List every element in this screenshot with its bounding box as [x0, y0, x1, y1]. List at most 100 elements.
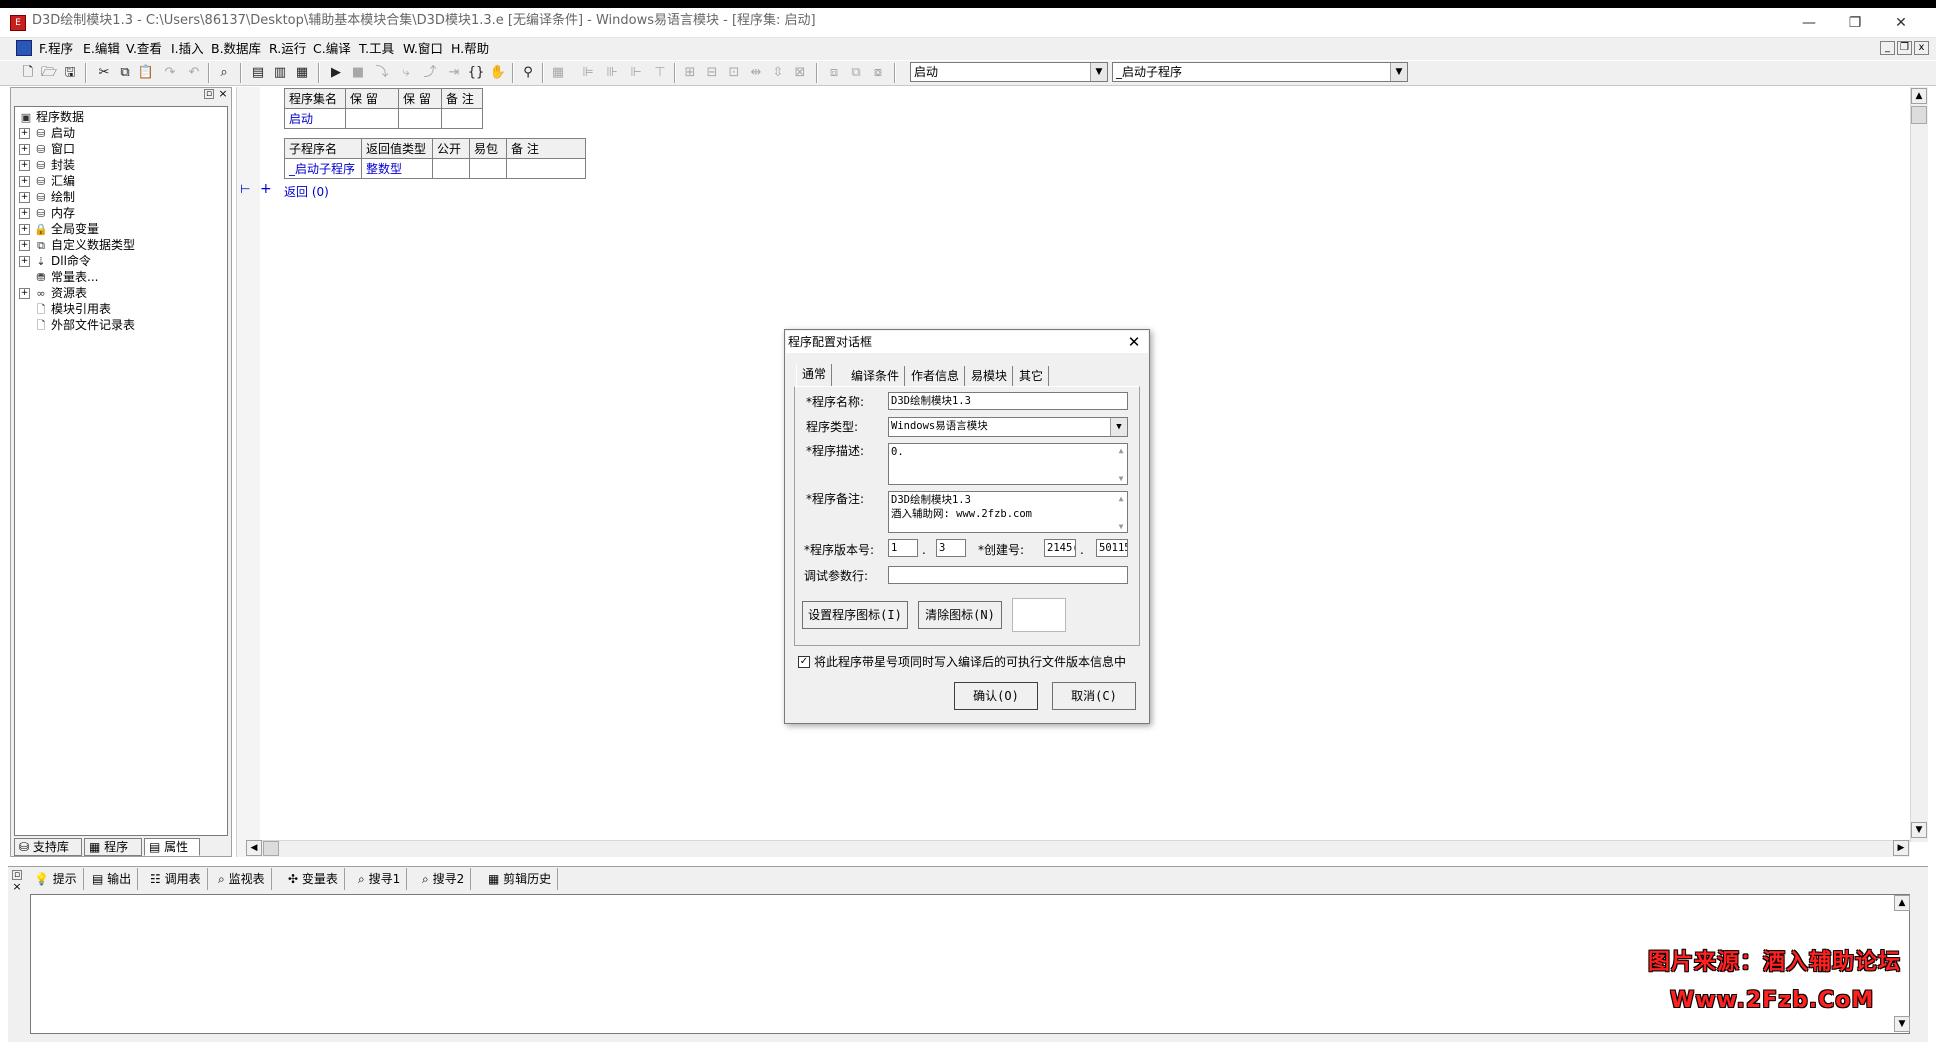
- code-line[interactable]: 返回 (0): [284, 183, 329, 200]
- tree-item[interactable]: + ⇣ Dll命令: [19, 253, 135, 269]
- stop-icon[interactable]: ■: [348, 63, 368, 83]
- cut-icon[interactable]: ✂: [94, 63, 114, 83]
- tab-variables[interactable]: ✣ 变量表: [288, 868, 345, 890]
- textarea-scroll-icon[interactable]: ▲ ▼: [1115, 492, 1127, 532]
- expand-icon[interactable]: +: [19, 144, 30, 155]
- tab-author-info[interactable]: 作者信息: [906, 366, 966, 386]
- tab-search2[interactable]: ⌕ 搜寻2: [422, 868, 472, 890]
- dialog-close-icon[interactable]: ✕: [1124, 333, 1144, 351]
- minimize-button[interactable]: —: [1786, 8, 1832, 38]
- table-cell[interactable]: 启动: [284, 108, 346, 129]
- layout2-icon[interactable]: ▥: [270, 63, 290, 83]
- braces-icon[interactable]: {}: [466, 63, 486, 83]
- menu-insert[interactable]: I.插入: [168, 40, 207, 58]
- menu-compile[interactable]: C.编译: [310, 40, 354, 58]
- tab-program[interactable]: ▦ 程序: [84, 838, 142, 856]
- tab-compile-conditions[interactable]: 编译条件: [846, 366, 906, 386]
- tab-properties[interactable]: ▤ 属性: [144, 838, 200, 856]
- tree-item[interactable]: + ⛁ 封装: [19, 157, 135, 173]
- align-left-icon[interactable]: ⊫: [578, 63, 598, 83]
- same-size-icon[interactable]: ⊡: [724, 63, 744, 83]
- send-back-icon[interactable]: ⧇: [868, 63, 888, 83]
- expand-icon[interactable]: +: [19, 288, 30, 299]
- table-cell[interactable]: [506, 158, 586, 179]
- h-space-icon[interactable]: ⇹: [746, 63, 766, 83]
- menu-window[interactable]: W.窗口: [400, 40, 446, 58]
- document-icon[interactable]: [16, 40, 32, 56]
- align-right-icon[interactable]: ⊩: [626, 63, 646, 83]
- scroll-up-icon[interactable]: ▲: [1911, 88, 1927, 104]
- menu-view[interactable]: V.查看: [123, 40, 165, 58]
- program-name-input[interactable]: D3D绘制模块1.3: [888, 392, 1128, 410]
- ok-button[interactable]: 确认(O): [954, 682, 1038, 710]
- expand-icon[interactable]: +: [19, 176, 30, 187]
- table-cell[interactable]: [432, 158, 470, 179]
- tab-other[interactable]: 其它: [1014, 366, 1050, 386]
- version-minor-input[interactable]: 3: [936, 539, 966, 557]
- tab-search1[interactable]: ⌕ 搜寻1: [358, 868, 408, 890]
- tab-easy-module[interactable]: 易模块: [966, 366, 1014, 386]
- expand-icon[interactable]: +: [19, 224, 30, 235]
- tree-item[interactable]: + ⛁ 启动: [19, 125, 135, 141]
- tree-item[interactable]: + ⛁ 绘制: [19, 189, 135, 205]
- table-cell[interactable]: [345, 108, 399, 129]
- mdi-minimize-button[interactable]: _: [1880, 41, 1895, 55]
- bring-front-icon[interactable]: ⧉: [846, 63, 866, 83]
- copy-icon[interactable]: ⧉: [115, 63, 135, 83]
- close-button[interactable]: ✕: [1878, 8, 1924, 38]
- scroll-down-icon[interactable]: ▼: [1894, 1016, 1910, 1032]
- align-grid-icon[interactable]: ▦: [548, 63, 568, 83]
- open-folder-icon[interactable]: 🗁: [39, 63, 59, 83]
- same-height-icon[interactable]: ⊟: [702, 63, 722, 83]
- center-h-icon[interactable]: ⊠: [790, 63, 810, 83]
- table-cell[interactable]: [441, 108, 483, 129]
- same-width-icon[interactable]: ⊞: [680, 63, 700, 83]
- tab-support-library[interactable]: ⛁ 支持库: [14, 838, 82, 856]
- debug-args-input[interactable]: [888, 566, 1128, 584]
- tree-item[interactable]: 🗋 模块引用表: [19, 301, 135, 317]
- step-out-icon[interactable]: ⤴: [420, 63, 440, 83]
- v-space-icon[interactable]: ⇳: [768, 63, 788, 83]
- program-desc-textarea[interactable]: 0. ▲ ▼: [888, 443, 1128, 485]
- expand-icon[interactable]: +: [19, 208, 30, 219]
- new-file-icon[interactable]: 🗋: [18, 63, 38, 83]
- run-icon[interactable]: ▶: [326, 63, 346, 83]
- menu-run[interactable]: R.运行: [266, 40, 309, 58]
- align-center-icon[interactable]: ⊪: [602, 63, 622, 83]
- expand-icon[interactable]: +: [19, 192, 30, 203]
- tab-general[interactable]: 通常: [796, 364, 833, 386]
- step-icon[interactable]: ⤵: [372, 63, 392, 83]
- table-cell[interactable]: [469, 158, 507, 179]
- run-to-cursor-icon[interactable]: ⇥: [444, 63, 464, 83]
- panel-close-icon[interactable]: ×: [217, 88, 229, 100]
- chevron-down-icon[interactable]: ▼: [1090, 63, 1107, 81]
- chevron-down-icon[interactable]: ▼: [1110, 418, 1127, 436]
- expand-plus-icon[interactable]: +: [260, 181, 272, 197]
- output-area[interactable]: [30, 894, 1910, 1034]
- tree-item[interactable]: 🗋 外部文件记录表: [19, 317, 135, 333]
- menu-edit[interactable]: E.编辑: [80, 40, 123, 58]
- tree-item[interactable]: ⛃ 常量表...: [19, 269, 135, 285]
- hand-icon[interactable]: ✋: [488, 63, 508, 83]
- tree-item[interactable]: + 🔒 全局变量: [19, 221, 135, 237]
- assembly-select[interactable]: 启动 ▼: [910, 62, 1108, 82]
- tab-watch[interactable]: ⌕ 监视表: [218, 868, 272, 890]
- subroutine-select[interactable]: _启动子程序 ▼: [1112, 62, 1408, 82]
- redo-icon[interactable]: ↷: [160, 63, 180, 83]
- tab-output[interactable]: ▤ 输出: [92, 868, 139, 890]
- expand-icon[interactable]: +: [19, 256, 30, 267]
- clear-icon-button[interactable]: 清除图标(N): [918, 601, 1002, 629]
- scroll-right-icon[interactable]: ▶: [1893, 840, 1909, 856]
- menu-tools[interactable]: T.工具: [356, 40, 397, 58]
- horizontal-scrollbar[interactable]: [246, 840, 1910, 857]
- binoculars-icon[interactable]: ⚲: [518, 63, 538, 83]
- table-cell[interactable]: [398, 108, 442, 129]
- build-input-2[interactable]: 50115: [1096, 539, 1128, 557]
- pin-icon[interactable]: ▫: [204, 89, 214, 99]
- align-top-icon[interactable]: ⊤: [650, 63, 670, 83]
- paste-icon[interactable]: 📋: [136, 63, 156, 83]
- tree-item[interactable]: + ⛁ 内存: [19, 205, 135, 221]
- tree-item[interactable]: + ∞ 资源表: [19, 285, 135, 301]
- mdi-restore-button[interactable]: ❐: [1897, 41, 1912, 55]
- restore-button[interactable]: ❐: [1832, 8, 1878, 38]
